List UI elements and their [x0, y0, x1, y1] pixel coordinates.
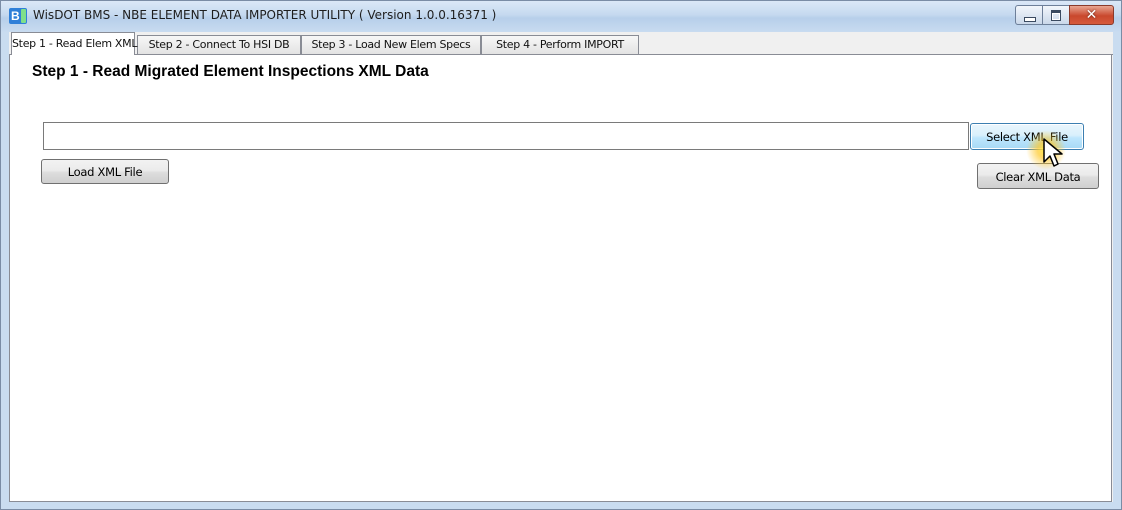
close-icon: ✕ — [1085, 7, 1098, 23]
tab-step-1[interactable]: Step 1 - Read Elem XML — [11, 32, 137, 55]
load-xml-file-button[interactable]: Load XML File — [41, 159, 169, 184]
select-xml-file-button[interactable]: Select XML File — [970, 123, 1084, 150]
app-window: B WisDOT BMS - NBE ELEMENT DATA IMPORTER… — [0, 0, 1122, 510]
minimize-button[interactable] — [1015, 5, 1043, 25]
minimize-icon — [1024, 17, 1036, 22]
window-title: WisDOT BMS - NBE ELEMENT DATA IMPORTER U… — [33, 8, 497, 22]
title-bar[interactable]: B WisDOT BMS - NBE ELEMENT DATA IMPORTER… — [1, 1, 1121, 32]
window-controls: ✕ — [1015, 5, 1114, 25]
maximize-button[interactable] — [1042, 5, 1070, 25]
tab-step-3[interactable]: Step 3 - Load New Elem Specs — [301, 35, 481, 54]
step-heading: Step 1 - Read Migrated Element Inspectio… — [32, 63, 429, 80]
client-area: Step 1 - Read Elem XML Step 2 - Connect … — [9, 32, 1113, 502]
xml-file-path-input[interactable] — [43, 122, 969, 150]
app-icon-letter: B — [11, 9, 20, 23]
tab-step-4[interactable]: Step 4 - Perform IMPORT — [481, 35, 639, 54]
maximize-icon — [1051, 10, 1061, 21]
tab-step-2[interactable]: Step 2 - Connect To HSI DB — [137, 35, 301, 54]
app-icon[interactable]: B — [9, 8, 27, 24]
close-button[interactable]: ✕ — [1069, 5, 1114, 25]
clear-xml-data-button[interactable]: Clear XML Data — [977, 163, 1099, 189]
